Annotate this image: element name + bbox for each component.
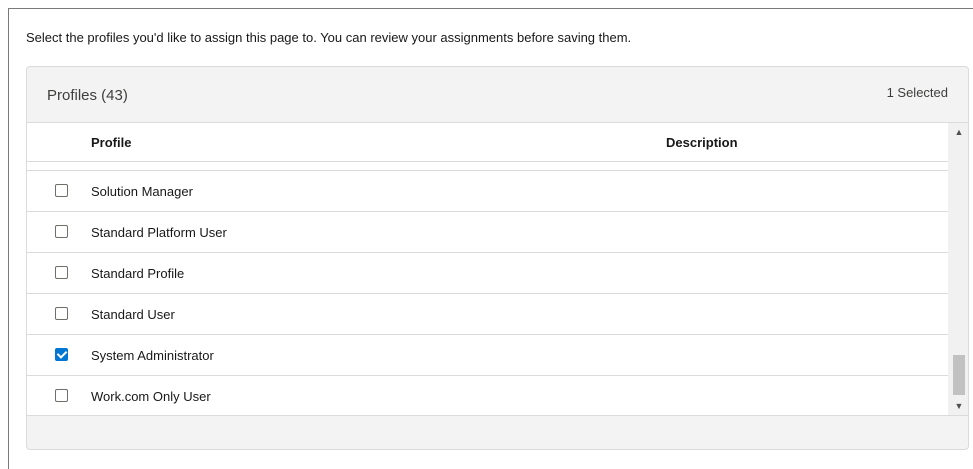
scrollbar-thumb[interactable] [953, 355, 965, 395]
profile-name: Standard Platform User [91, 225, 227, 240]
row-checkbox[interactable] [55, 184, 68, 197]
profiles-table: Profile Description Solution Manager Sta… [27, 122, 968, 416]
profiles-card: Profiles (43) 1 Selected Profile Descrip… [26, 66, 969, 450]
profile-name: Standard Profile [91, 266, 185, 281]
table-row[interactable]: System Administrator [27, 335, 948, 376]
row-checkbox[interactable] [55, 348, 68, 361]
profile-name: Solution Manager [91, 184, 193, 199]
row-checkbox[interactable] [55, 389, 68, 402]
table-body: Solution Manager Standard Platform User … [27, 170, 948, 415]
table-header: Profile Description [27, 123, 948, 162]
profile-name: System Administrator [91, 348, 214, 363]
triangle-up-icon[interactable]: ▲ [948, 123, 968, 141]
table-row[interactable]: Work.com Only User [27, 376, 948, 415]
row-checkbox[interactable] [55, 225, 68, 238]
profile-name: Standard User [91, 307, 175, 322]
vertical-scrollbar[interactable]: ▲ ▼ [948, 123, 968, 415]
instructions-text: Select the profiles you'd like to assign… [26, 30, 632, 45]
card-header: Profiles (43) 1 Selected [27, 67, 968, 122]
card-title: Profiles (43) [47, 87, 128, 104]
table-row[interactable]: Standard Platform User [27, 212, 948, 253]
triangle-down-icon[interactable]: ▼ [948, 397, 968, 415]
row-checkbox[interactable] [55, 266, 68, 279]
table-row[interactable]: Solution Manager [27, 171, 948, 212]
table-row[interactable]: Standard Profile [27, 253, 948, 294]
selected-count: 1 Selected [886, 85, 948, 100]
profile-name: Work.com Only User [91, 389, 211, 404]
column-header-profile[interactable]: Profile [91, 135, 131, 150]
table-row[interactable]: Standard User [27, 294, 948, 335]
row-checkbox[interactable] [55, 307, 68, 320]
column-header-description[interactable]: Description [666, 135, 738, 150]
